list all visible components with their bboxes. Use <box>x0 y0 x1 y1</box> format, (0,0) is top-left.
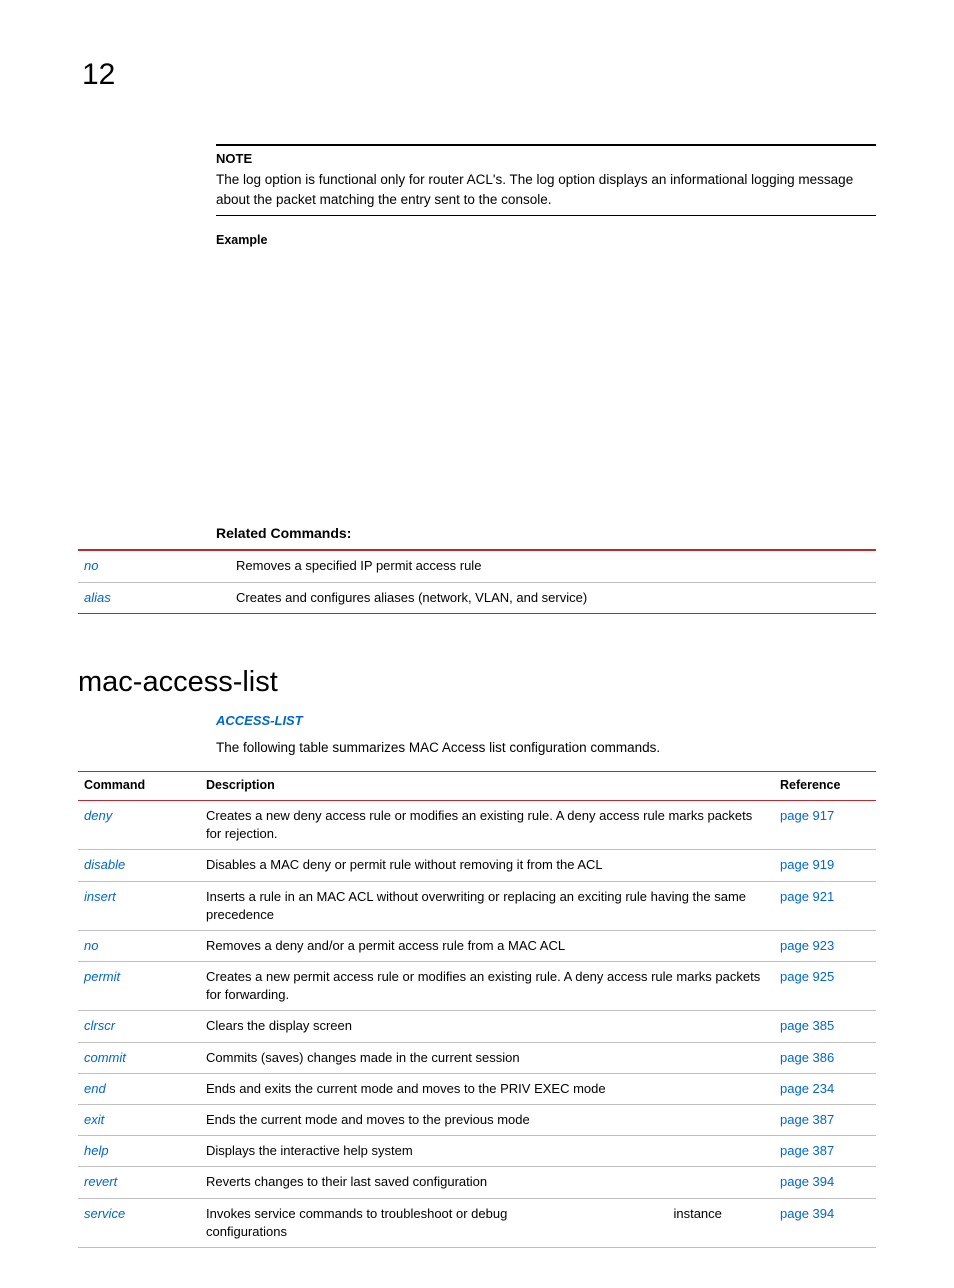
related-commands-heading: Related Commands: <box>216 524 876 544</box>
command-description: Invokes service commands to troubleshoot… <box>200 1198 774 1247</box>
table-row: insert Inserts a rule in an MAC ACL witho… <box>78 881 876 930</box>
page-reference-link[interactable]: page 385 <box>780 1018 834 1033</box>
commands-header-description: Description <box>200 772 774 801</box>
related-commands-table: no Removes a specified IP permit access r… <box>78 549 876 613</box>
table-row: exit Ends the current mode and moves to t… <box>78 1105 876 1136</box>
related-command-desc: Removes a specified IP permit access rul… <box>230 551 876 582</box>
page-reference-link[interactable]: page 923 <box>780 938 834 953</box>
command-link[interactable]: disable <box>84 857 125 872</box>
related-command-desc: Creates and configures aliases (network,… <box>230 582 876 613</box>
related-row: alias Creates and configures aliases (net… <box>78 582 876 613</box>
command-description: Displays the interactive help system <box>200 1136 774 1167</box>
command-description: Disables a MAC deny or permit rule witho… <box>200 850 774 881</box>
command-link[interactable]: permit <box>84 969 120 984</box>
page-reference-link[interactable]: page 234 <box>780 1081 834 1096</box>
commands-table: Command Description Reference deny Create… <box>78 771 876 1248</box>
command-link[interactable]: service <box>84 1206 125 1221</box>
command-link[interactable]: revert <box>84 1174 117 1189</box>
access-list-link[interactable]: ACCESS-LIST <box>216 713 303 728</box>
page-reference-link[interactable]: page 925 <box>780 969 834 984</box>
note-label: NOTE <box>216 150 876 168</box>
command-link[interactable]: help <box>84 1143 109 1158</box>
example-label: Example <box>216 232 876 250</box>
commands-header-command: Command <box>78 772 200 801</box>
command-description: Reverts changes to their last saved conf… <box>200 1167 774 1198</box>
table-row: revert Reverts changes to their last save… <box>78 1167 876 1198</box>
command-description: Creates a new deny access rule or modifi… <box>200 800 774 849</box>
chapter-number: 12 <box>82 54 876 96</box>
command-description: Ends the current mode and moves to the p… <box>200 1105 774 1136</box>
note-text: The log option is functional only for ro… <box>216 170 876 209</box>
page-reference-link[interactable]: page 917 <box>780 808 834 823</box>
page-reference-link[interactable]: page 386 <box>780 1050 834 1065</box>
page-reference-link[interactable]: page 387 <box>780 1112 834 1127</box>
related-command-link[interactable]: no <box>84 558 98 573</box>
command-description: Creates a new permit access rule or modi… <box>200 962 774 1011</box>
command-description: Removes a deny and/or a permit access ru… <box>200 930 774 961</box>
table-row: disable Disables a MAC deny or permit rul… <box>78 850 876 881</box>
command-description: Clears the display screen <box>200 1011 774 1042</box>
command-description: Inserts a rule in an MAC ACL without ove… <box>200 881 774 930</box>
page-reference-link[interactable]: page 387 <box>780 1143 834 1158</box>
command-link[interactable]: deny <box>84 808 112 823</box>
page-reference-link[interactable]: page 394 <box>780 1206 834 1221</box>
table-row: service Invokes service commands to troub… <box>78 1198 876 1247</box>
table-row: commit Commits (saves) changes made in th… <box>78 1042 876 1073</box>
command-link[interactable]: commit <box>84 1050 126 1065</box>
page-reference-link[interactable]: page 919 <box>780 857 834 872</box>
table-row: end Ends and exits the current mode and m… <box>78 1073 876 1104</box>
table-row: clrscr Clears the display screen page 385 <box>78 1011 876 1042</box>
command-link[interactable]: insert <box>84 889 116 904</box>
table-row: deny Creates a new deny access rule or mo… <box>78 800 876 849</box>
section-title: mac-access-list <box>78 662 876 703</box>
table-row: help Displays the interactive help system… <box>78 1136 876 1167</box>
command-description: Ends and exits the current mode and move… <box>200 1073 774 1104</box>
table-row: permit Creates a new permit access rule o… <box>78 962 876 1011</box>
intro-text: The following table summarizes MAC Acces… <box>216 739 876 758</box>
command-link[interactable]: clrscr <box>84 1018 115 1033</box>
command-link[interactable]: exit <box>84 1112 104 1127</box>
note-top-rule <box>216 144 876 146</box>
page-reference-link[interactable]: page 921 <box>780 889 834 904</box>
related-row: no Removes a specified IP permit access r… <box>78 551 876 582</box>
command-link[interactable]: no <box>84 938 98 953</box>
command-link[interactable]: end <box>84 1081 106 1096</box>
command-description: Commits (saves) changes made in the curr… <box>200 1042 774 1073</box>
page-reference-link[interactable]: page 394 <box>780 1174 834 1189</box>
example-content-placeholder <box>216 250 876 488</box>
note-bottom-rule <box>216 215 876 216</box>
commands-header-reference: Reference <box>774 772 876 801</box>
related-command-link[interactable]: alias <box>84 590 111 605</box>
table-row: no Removes a deny and/or a permit access … <box>78 930 876 961</box>
